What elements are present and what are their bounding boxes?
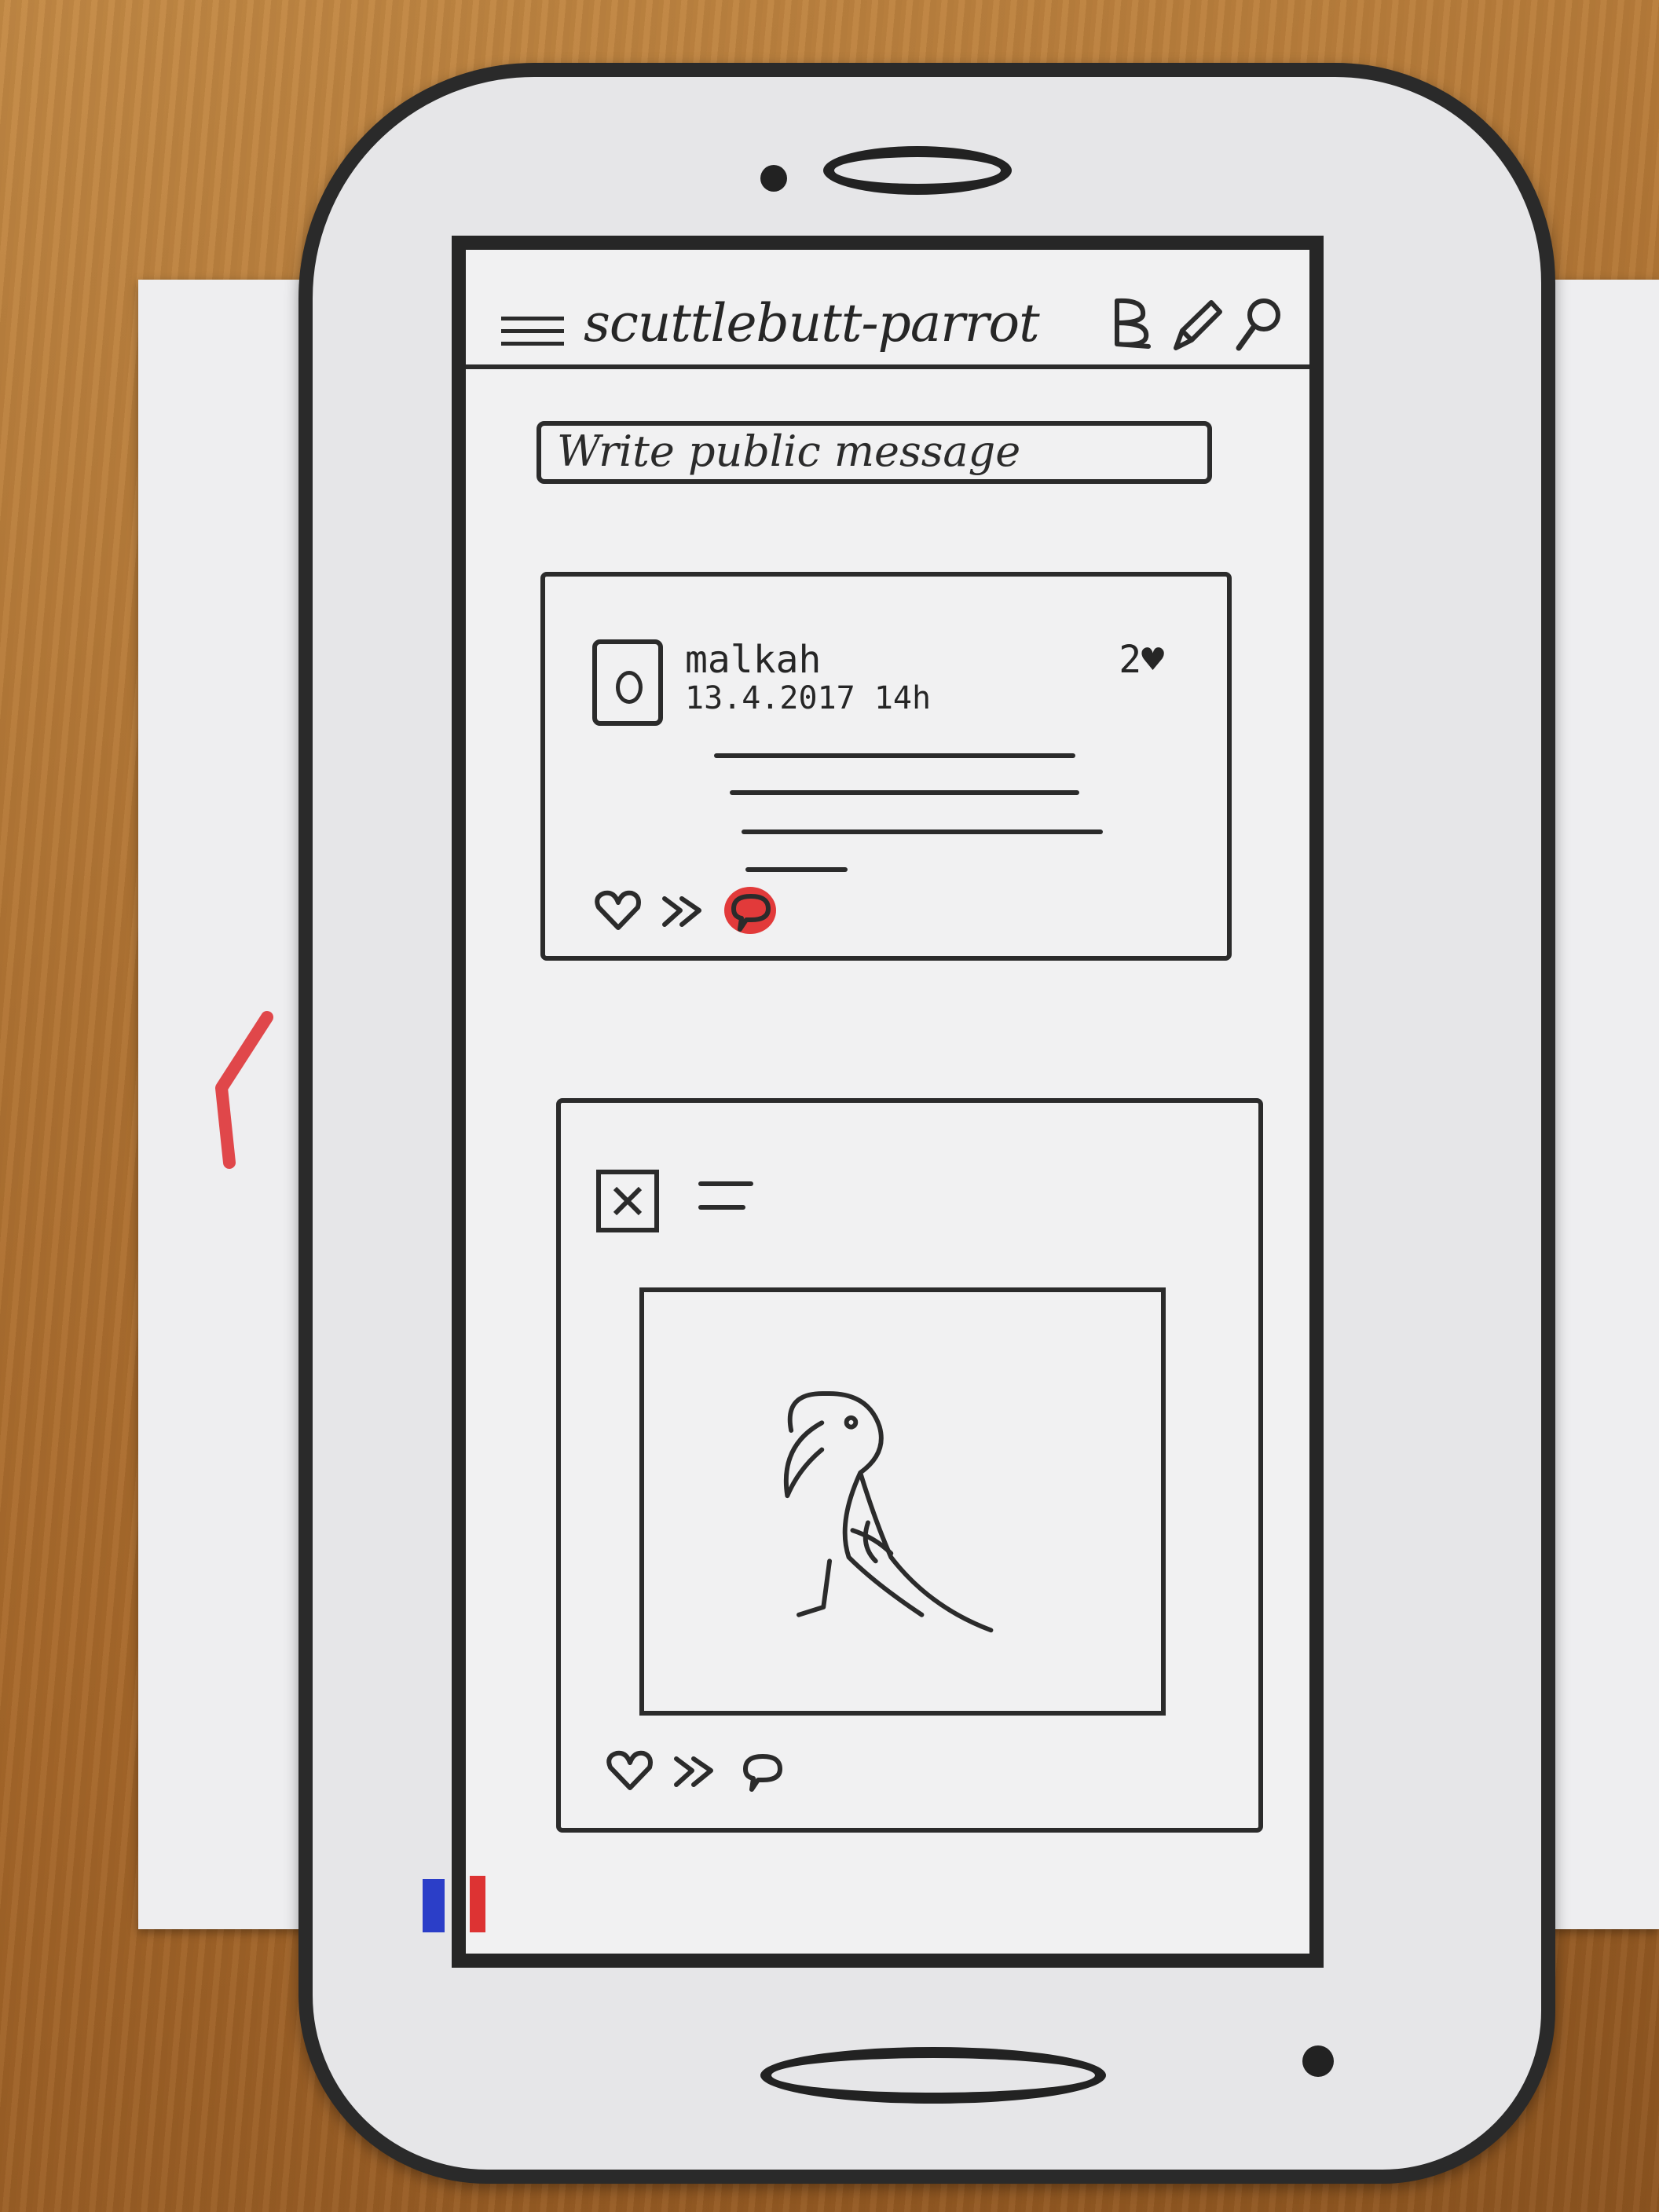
post-image[interactable]	[639, 1287, 1166, 1716]
post-text-line	[742, 830, 1103, 834]
post-author[interactable]: malkah	[685, 638, 821, 682]
search-icon[interactable]	[1231, 293, 1286, 356]
phone-screen: scuttlebutt-parrot Write public message …	[452, 236, 1324, 1968]
post-card[interactable]	[556, 1098, 1263, 1833]
post-timestamp: 13.4.2017 14h	[685, 680, 932, 716]
like-count: 2♥	[1119, 638, 1164, 682]
sensor-dot	[1302, 2045, 1334, 2077]
swipe-back-arrow-icon[interactable]	[206, 1009, 276, 1174]
heart-icon[interactable]	[604, 1747, 656, 1794]
parrot-drawing-icon	[783, 1391, 994, 1633]
home-button[interactable]	[760, 2047, 1106, 2104]
post-text-line	[730, 790, 1079, 795]
timestamp-scribble	[698, 1205, 745, 1210]
app-header: scuttlebutt-parrot	[466, 250, 1309, 369]
heart-icon[interactable]	[592, 887, 644, 934]
reply-icon[interactable]	[724, 887, 776, 934]
forward-icon[interactable]	[670, 1747, 722, 1794]
avatar[interactable]	[592, 639, 663, 726]
hamburger-menu-icon[interactable]	[501, 317, 564, 348]
author-scribble	[698, 1181, 753, 1186]
post-text-line	[714, 753, 1075, 758]
compose-public-message-field[interactable]: Write public message	[537, 421, 1212, 484]
avatar-placeholder-icon[interactable]	[596, 1170, 659, 1232]
speaker-slot	[823, 146, 1012, 195]
marker-blue	[423, 1879, 445, 1932]
post-card[interactable]: malkah 13.4.2017 14h 2♥	[540, 572, 1232, 961]
post-text-line	[745, 867, 848, 872]
forward-icon[interactable]	[658, 887, 710, 934]
app-title: scuttlebutt-parrot	[584, 293, 1040, 353]
pencil-icon[interactable]	[1168, 293, 1223, 356]
marker-red	[470, 1876, 485, 1932]
camera-dot	[760, 165, 787, 192]
bold-b-icon[interactable]	[1105, 293, 1160, 356]
reply-icon[interactable]	[736, 1747, 788, 1794]
